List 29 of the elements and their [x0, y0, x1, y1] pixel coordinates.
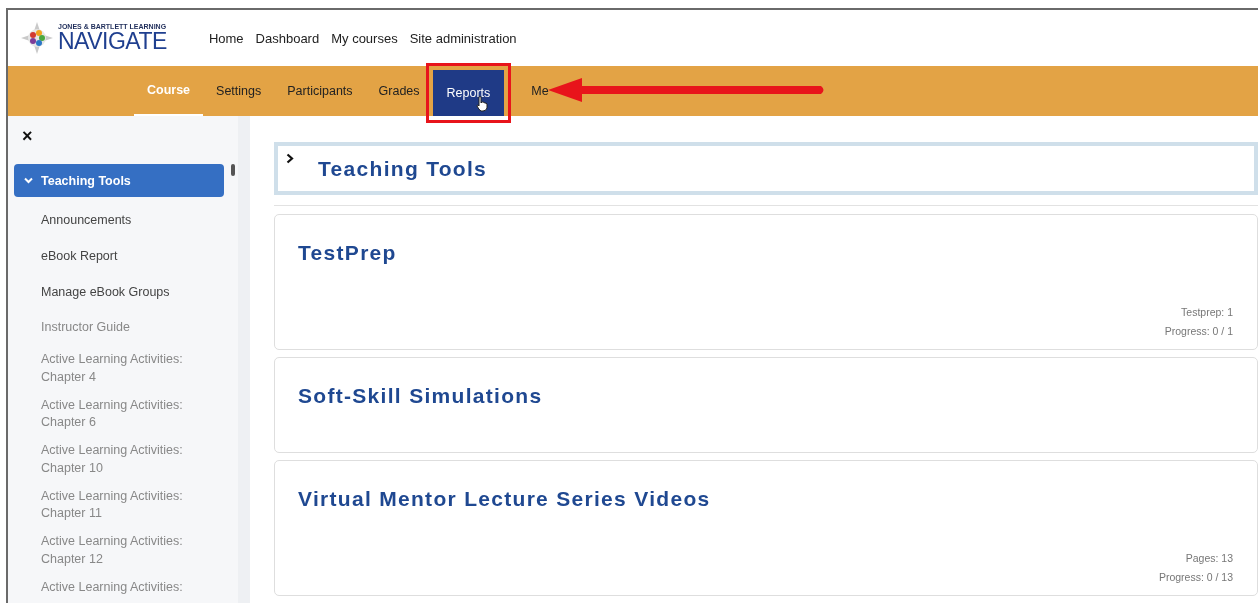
card-meta: Progress: 0 / 1 [1164, 325, 1233, 337]
close-icon[interactable]: × [22, 126, 33, 146]
card-title[interactable]: TestPrep [298, 241, 397, 265]
logo-wordmark: NAVIGATE [58, 30, 167, 53]
section-header[interactable]: Teaching Tools [274, 142, 1258, 196]
section-title: Teaching Tools [318, 156, 488, 181]
sidebar-item[interactable]: eBook Report [8, 238, 201, 275]
sidebar-item[interactable]: Announcements [8, 203, 201, 239]
sidebar-item[interactable]: Active Learning Activities: Chapter 10 [8, 437, 201, 483]
arrow-icon [548, 78, 826, 102]
chevron-icon[interactable] [286, 153, 294, 164]
scrollbar-thumb[interactable] [231, 164, 235, 176]
nav-tab[interactable]: Settings [203, 66, 275, 116]
card-meta: Progress: 0 / 13 [1158, 571, 1233, 583]
card-meta: Pages: 13 [1185, 552, 1233, 564]
nav-link[interactable]: My courses [331, 30, 398, 46]
sidebar-item[interactable]: Manage eBook Groups [8, 274, 201, 311]
nav-tab[interactable]: Grades [365, 66, 433, 116]
nav-link[interactable]: Site administration [409, 30, 517, 46]
compass-logo-icon [20, 21, 54, 55]
card-meta: Testprep: 1 [1181, 306, 1233, 318]
nav-link[interactable]: Home [208, 30, 244, 46]
nav-tab[interactable]: Me [518, 66, 562, 116]
nav-link[interactable]: Dashboard [255, 30, 320, 46]
card-title[interactable]: Soft-Skill Simulations [298, 384, 543, 408]
sidebar-section[interactable]: Teaching Tools [14, 164, 224, 197]
sidebar-item[interactable]: Active Learning Activities: Chapter 11 [8, 482, 201, 528]
card-title[interactable]: Virtual Mentor Lecture Series Videos [298, 487, 711, 511]
nav-tab[interactable]: Participants [274, 66, 366, 116]
